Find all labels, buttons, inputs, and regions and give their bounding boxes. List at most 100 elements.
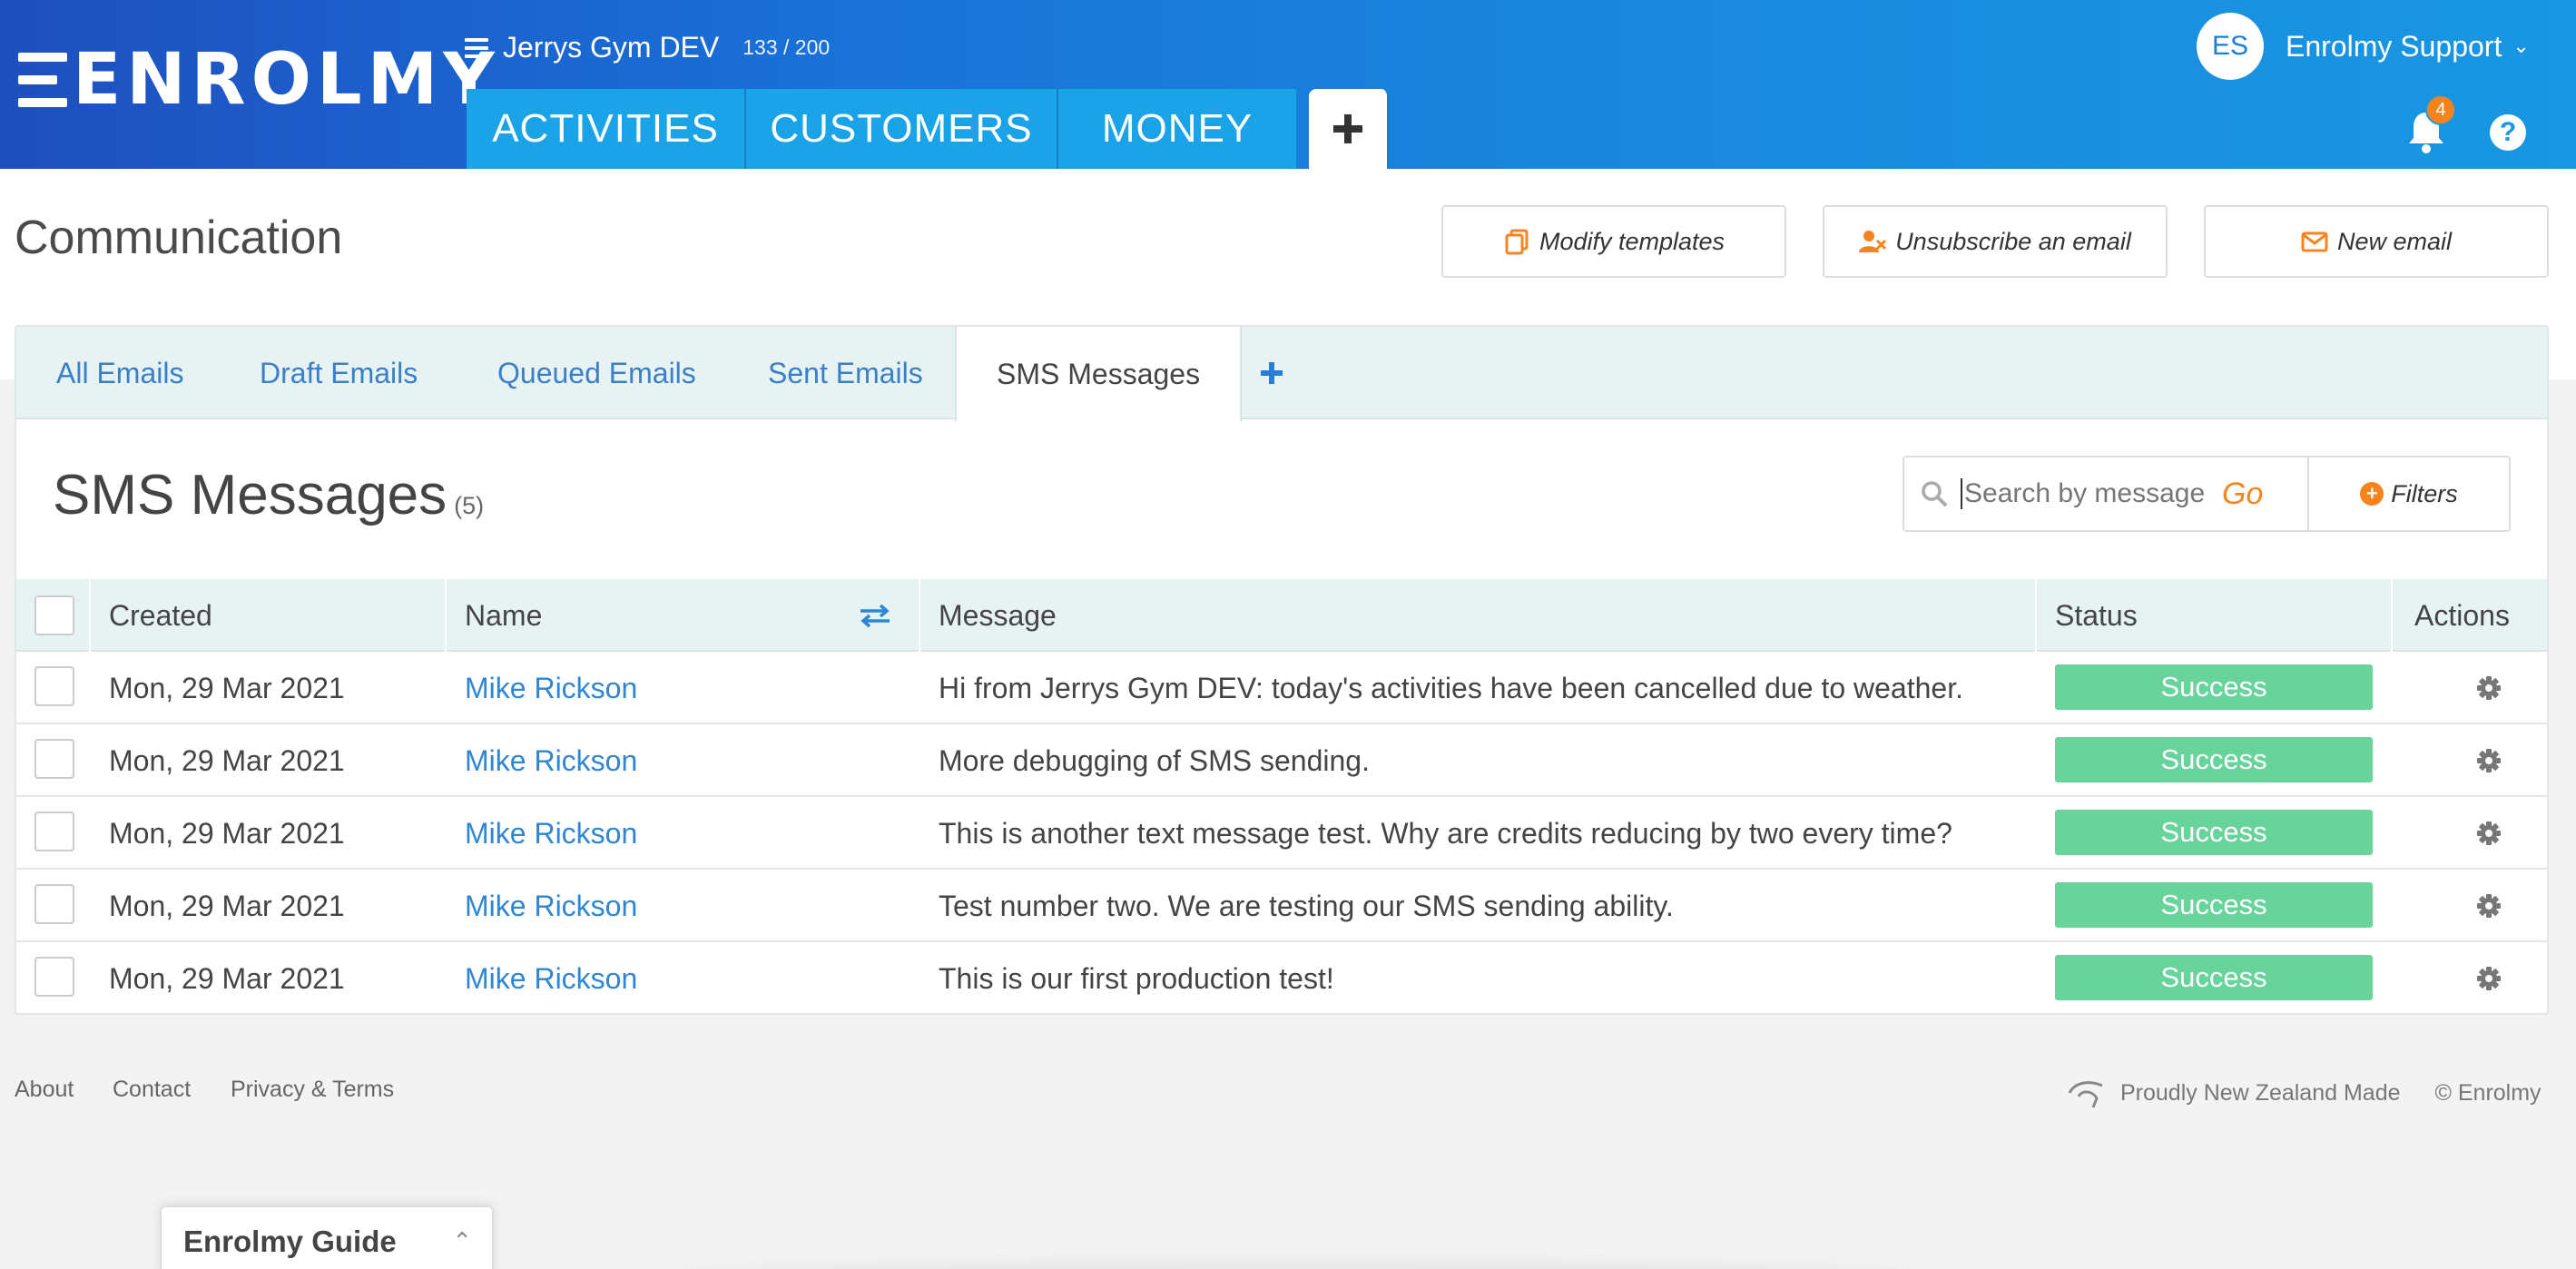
avatar[interactable]: ES: [2197, 13, 2264, 80]
tab-sms-messages[interactable]: SMS Messages: [955, 327, 1243, 421]
row-name-link[interactable]: Mike Rickson: [465, 870, 637, 942]
user-remove-icon: [1859, 231, 1887, 252]
table-row: Mon, 29 Mar 2021 Mike Rickson More debug…: [16, 724, 2547, 797]
footer-privacy-link[interactable]: Privacy & Terms: [231, 1077, 394, 1103]
nz-made-text: Proudly New Zealand Made: [2120, 1079, 2401, 1106]
table-row: Mon, 29 Mar 2021 Mike Rickson This is ou…: [16, 942, 2547, 1013]
row-checkbox[interactable]: [34, 666, 74, 706]
org-name[interactable]: Jerrys Gym DEV: [503, 31, 719, 64]
help-icon[interactable]: ?: [2490, 114, 2526, 151]
column-status[interactable]: Status: [2055, 579, 2138, 652]
status-badge: Success: [2055, 955, 2373, 1000]
guide-title: Enrolmy Guide: [183, 1225, 397, 1258]
logo-text: ENROLMY: [73, 39, 500, 121]
nz-map-icon: [2068, 1081, 2103, 1108]
gear-icon[interactable]: [2476, 966, 2502, 991]
search-input[interactable]: [1961, 478, 2215, 509]
row-name-link[interactable]: Mike Rickson: [465, 652, 637, 724]
unsubscribe-email-button[interactable]: Unsubscribe an email: [1823, 205, 2168, 278]
row-created: Mon, 29 Mar 2021: [109, 671, 345, 704]
modify-templates-button[interactable]: Modify templates: [1441, 205, 1786, 278]
status-badge: Success: [2055, 664, 2373, 710]
row-name-link[interactable]: Mike Rickson: [465, 797, 637, 870]
row-checkbox[interactable]: [34, 957, 74, 997]
modify-templates-label: Modify templates: [1539, 227, 1726, 255]
chevron-down-icon[interactable]: ⌄: [2512, 34, 2529, 58]
table-row: Mon, 29 Mar 2021 Mike Rickson This is an…: [16, 797, 2547, 870]
gear-icon[interactable]: [2476, 821, 2502, 846]
footer-nz-made: Proudly New Zealand Made © Enrolmy: [2066, 1077, 2542, 1109]
logo-mark: [18, 53, 67, 107]
row-name-link[interactable]: Mike Rickson: [465, 724, 637, 797]
new-email-button[interactable]: New email: [2204, 205, 2549, 278]
row-created: Mon, 29 Mar 2021: [109, 961, 345, 995]
status-badge: Success: [2055, 810, 2373, 855]
notification-count-badge: 4: [2425, 94, 2456, 125]
sms-heading-title: SMS Messages: [53, 464, 447, 526]
search-box: Go: [1903, 456, 2309, 532]
tab-all-emails[interactable]: All Emails: [56, 327, 183, 419]
nav-add-tab-button[interactable]: [1309, 89, 1389, 169]
nav-tab-money[interactable]: MONEY: [1058, 89, 1296, 169]
nav-tab-activities[interactable]: ACTIVITIES: [467, 89, 746, 169]
row-checkbox[interactable]: [34, 812, 74, 851]
gear-icon[interactable]: [2476, 748, 2502, 773]
row-message: This is our first production test!: [939, 961, 1334, 995]
tab-draft-emails[interactable]: Draft Emails: [260, 327, 418, 419]
gear-icon[interactable]: [2476, 893, 2502, 919]
column-message: Message: [939, 598, 1057, 632]
decorative-shadow: [672, 1260, 1924, 1269]
gear-icon[interactable]: [2476, 675, 2502, 701]
row-created: Mon, 29 Mar 2021: [109, 816, 345, 850]
footer-about-link[interactable]: About: [15, 1077, 74, 1103]
status-badge: Success: [2055, 882, 2373, 928]
user-name[interactable]: Enrolmy Support: [2286, 30, 2502, 64]
envelope-icon: [2301, 231, 2328, 252]
main-nav: ACTIVITIES CUSTOMERS MONEY: [467, 89, 1389, 169]
search-icon: [1922, 481, 1948, 507]
row-name-link[interactable]: Mike Rickson: [465, 942, 637, 1013]
search-go-button[interactable]: Go: [2222, 477, 2263, 512]
table-row: Mon, 29 Mar 2021 Mike Rickson Hi from Je…: [16, 652, 2547, 724]
row-created: Mon, 29 Mar 2021: [109, 889, 345, 922]
plus-circle-icon: +: [2360, 482, 2384, 506]
row-message: More debugging of SMS sending.: [939, 743, 1370, 777]
column-created[interactable]: Created: [109, 579, 212, 652]
new-email-label: New email: [2336, 227, 2453, 255]
select-all-checkbox[interactable]: [34, 595, 74, 635]
swap-icon[interactable]: [859, 603, 891, 628]
chevron-up-icon[interactable]: ⌃: [452, 1227, 472, 1255]
row-checkbox[interactable]: [34, 884, 74, 924]
row-checkbox[interactable]: [34, 739, 74, 779]
unsubscribe-label: Unsubscribe an email: [1895, 227, 2131, 255]
user-menu[interactable]: ES Enrolmy Support ⌄: [2197, 13, 2530, 80]
sms-count: (5): [454, 492, 485, 519]
page-title: Communication: [15, 212, 343, 264]
row-message: Test number two. We are testing our SMS …: [939, 889, 1674, 922]
nav-tab-customers[interactable]: CUSTOMERS: [746, 89, 1058, 169]
plus-icon: [1333, 114, 1362, 143]
footer-contact-link[interactable]: Contact: [113, 1077, 191, 1103]
row-created: Mon, 29 Mar 2021: [109, 743, 345, 777]
org-member-count: 133 / 200: [742, 35, 831, 59]
sms-heading: SMS Messages (5): [53, 463, 484, 527]
top-header: ENROLMY Jerrys Gym DEV 133 / 200 ACTIVIT…: [0, 0, 2576, 169]
add-tab-button[interactable]: [1260, 327, 1283, 419]
enrolmy-logo[interactable]: ENROLMY: [18, 39, 500, 121]
table-row: Mon, 29 Mar 2021 Mike Rickson Test numbe…: [16, 870, 2547, 942]
tab-sent-emails[interactable]: Sent Emails: [768, 327, 923, 419]
column-name[interactable]: Name: [465, 579, 542, 652]
sms-messages-panel: All Emails Draft Emails Queued Emails Se…: [15, 325, 2549, 1015]
row-message: This is another text message test. Why a…: [939, 816, 1952, 850]
enrolmy-guide-widget[interactable]: Enrolmy Guide ⌃: [160, 1205, 494, 1269]
tab-queued-emails[interactable]: Queued Emails: [497, 327, 696, 419]
copy-icon: [1505, 229, 1529, 255]
organisation-switcher[interactable]: Jerrys Gym DEV 133 / 200: [465, 31, 830, 64]
hamburger-icon[interactable]: [465, 37, 488, 58]
plus-icon: [1261, 362, 1283, 384]
filters-button[interactable]: + Filters: [2307, 456, 2511, 532]
filters-label: Filters: [2391, 479, 2458, 507]
email-subtabs: All Emails Draft Emails Queued Emails Se…: [16, 327, 2547, 421]
table-header: Created Name Message Status Actions: [16, 579, 2547, 652]
copyright: © Enrolmy: [2434, 1079, 2542, 1106]
